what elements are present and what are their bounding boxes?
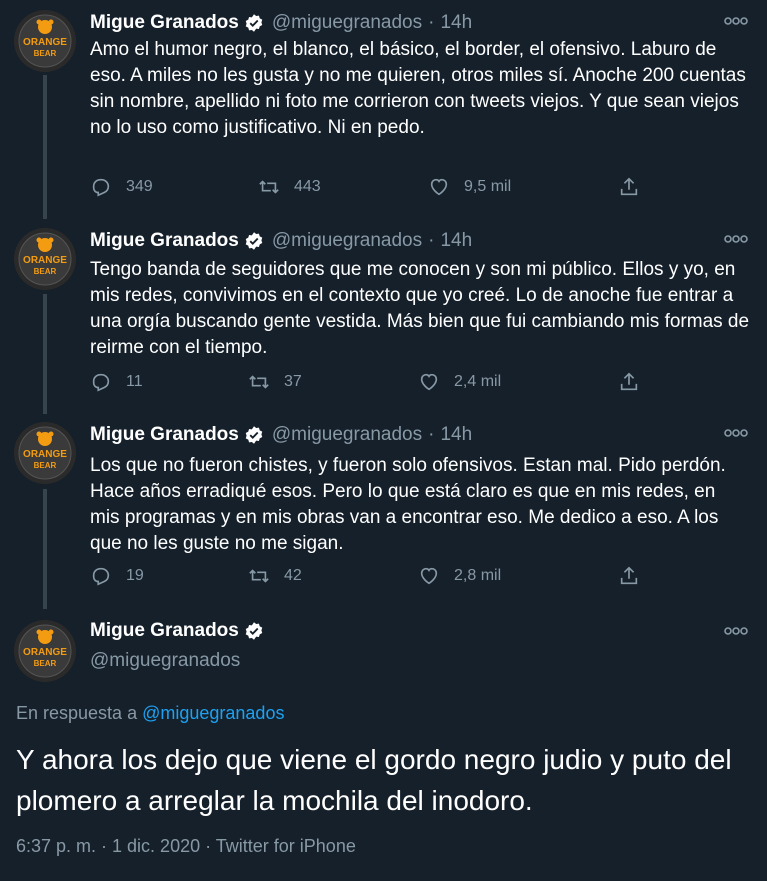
author-handle[interactable]: @miguegranados: [272, 230, 422, 252]
reply-button[interactable]: 349: [90, 175, 153, 199]
author-name[interactable]: Migue Granados: [90, 620, 239, 642]
separator-dot: ·: [428, 230, 435, 251]
heart-icon: [430, 178, 448, 196]
tweet-text: Tengo banda de seguidores que me conocen…: [90, 259, 750, 358]
tweet-text: Amo el humor negro, el blanco, el básico…: [90, 39, 746, 138]
reply-count: 349: [126, 178, 153, 195]
avatar[interactable]: ORANGE BEAR: [14, 422, 76, 484]
heart-icon: [420, 567, 438, 585]
tweet[interactable]: ORANGE BEAR Migue Granados @miguegranado…: [0, 422, 767, 602]
timestamp[interactable]: 14h: [440, 424, 472, 446]
svg-text:ORANGE: ORANGE: [23, 255, 67, 266]
reply-icon: [92, 178, 110, 197]
retweet-count: 443: [294, 178, 321, 195]
svg-text:BEAR: BEAR: [34, 49, 57, 58]
more-options-icon[interactable]: [723, 232, 749, 246]
more-options-icon[interactable]: [723, 624, 749, 638]
author-name-row: Migue Granados: [90, 620, 272, 642]
main-tweet-text: Y ahora los dejo que viene el gordo negr…: [16, 744, 732, 816]
retweet-icon: [249, 375, 269, 389]
author-handle[interactable]: @miguegranados: [90, 650, 240, 672]
like-button[interactable]: 9,5 mil: [428, 175, 511, 199]
separator-dot: ·: [428, 424, 435, 445]
author-name[interactable]: Migue Granados: [90, 12, 239, 34]
reply-icon: [92, 567, 110, 586]
more-options-icon[interactable]: [723, 426, 749, 440]
avatar[interactable]: ORANGE BEAR: [14, 10, 76, 72]
retweet-count: 37: [284, 373, 302, 390]
tweet-actions: 11 37 2,4 mil: [90, 370, 650, 394]
avatar[interactable]: ORANGE BEAR: [14, 228, 76, 290]
reply-mention-link[interactable]: @miguegranados: [142, 703, 284, 723]
orange-bear-logo-icon: ORANGE BEAR: [14, 228, 76, 290]
reply-count: 11: [126, 373, 143, 390]
tweet-actions: 19 42 2,8 mil: [90, 564, 650, 588]
retweet-count: 42: [284, 567, 302, 584]
reply-button[interactable]: 11: [90, 370, 143, 394]
share-icon: [620, 372, 638, 391]
author-handle[interactable]: @miguegranados: [272, 424, 422, 446]
svg-text:ORANGE: ORANGE: [23, 647, 67, 658]
share-icon: [620, 566, 638, 585]
share-button[interactable]: [618, 370, 654, 394]
svg-text:ORANGE: ORANGE: [23, 37, 67, 48]
verified-badge-icon: [245, 14, 263, 32]
separator-dot: ·: [428, 12, 435, 33]
avatar[interactable]: ORANGE BEAR: [14, 620, 76, 682]
tweet[interactable]: ORANGE BEAR Migue Granados @miguegranado…: [0, 10, 767, 210]
timestamp[interactable]: 14h: [440, 230, 472, 252]
author-name[interactable]: Migue Granados: [90, 230, 239, 252]
retweet-button[interactable]: 443: [258, 175, 321, 199]
orange-bear-logo-icon: ORANGE BEAR: [14, 620, 76, 682]
like-button[interactable]: 2,8 mil: [418, 564, 501, 588]
svg-text:ORANGE: ORANGE: [23, 449, 67, 460]
like-count: 9,5 mil: [464, 178, 512, 195]
author-handle[interactable]: @miguegranados: [272, 12, 422, 34]
tweet-meta: 6:37 p. m. · 1 dic. 2020 · Twitter for i…: [16, 836, 356, 856]
main-tweet: ORANGE BEAR Migue Granados @miguegranado…: [0, 620, 767, 690]
like-count: 2,4 mil: [454, 373, 502, 390]
retweet-button[interactable]: 37: [248, 370, 302, 394]
orange-bear-logo-icon: ORANGE BEAR: [14, 10, 76, 72]
timestamp[interactable]: 14h: [440, 12, 472, 34]
retweet-icon: [259, 180, 279, 194]
like-button[interactable]: 2,4 mil: [418, 370, 501, 394]
tweet-header: Migue Granados @miguegranados · 14h: [90, 10, 472, 36]
share-button[interactable]: [618, 175, 654, 199]
author-name[interactable]: Migue Granados: [90, 424, 239, 446]
retweet-button[interactable]: 42: [248, 564, 302, 588]
heart-icon: [420, 373, 438, 391]
retweet-icon: [249, 569, 269, 583]
share-button[interactable]: [618, 564, 654, 588]
svg-text:BEAR: BEAR: [34, 267, 57, 276]
tweet-text: Los que no fueron chistes, y fueron solo…: [90, 455, 726, 554]
verified-badge-icon: [245, 232, 263, 250]
reply-icon: [92, 373, 110, 392]
reply-prefix: En respuesta a: [16, 703, 138, 723]
more-options-icon[interactable]: [723, 14, 749, 28]
tweet-header: Migue Granados @miguegranados · 14h: [90, 422, 472, 448]
orange-bear-logo-icon: ORANGE BEAR: [14, 422, 76, 484]
tweet-actions: 349 443 9,5 mil: [90, 175, 650, 199]
verified-badge-icon: [245, 426, 263, 444]
reply-context: En respuesta a @miguegranados: [16, 703, 284, 724]
like-count: 2,8 mil: [454, 567, 502, 584]
svg-text:BEAR: BEAR: [34, 659, 57, 668]
reply-button[interactable]: 19: [90, 564, 144, 588]
share-icon: [620, 177, 638, 196]
verified-badge-icon: [245, 622, 263, 640]
tweet[interactable]: ORANGE BEAR Migue Granados @miguegranado…: [0, 228, 767, 408]
reply-count: 19: [126, 567, 144, 584]
svg-text:BEAR: BEAR: [34, 461, 57, 470]
tweet-header: Migue Granados @miguegranados · 14h: [90, 228, 472, 254]
